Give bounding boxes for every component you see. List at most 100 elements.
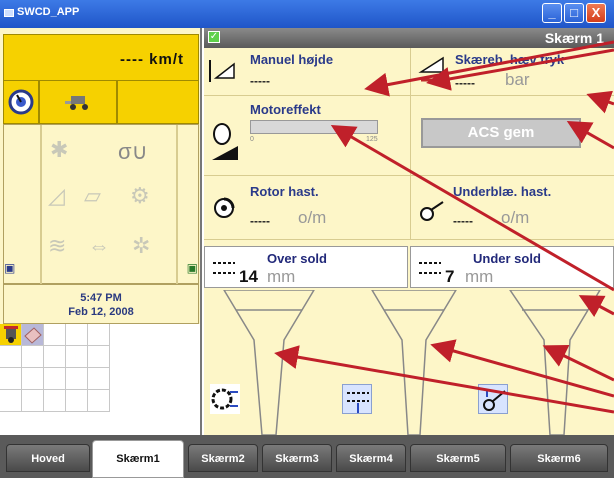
spray-icon: ≋ <box>48 233 67 258</box>
tile-empty[interactable] <box>66 324 88 346</box>
loss-funnels <box>223 290 601 435</box>
underblae-cell[interactable]: Underblæ. hast. ----- o/m <box>410 176 614 240</box>
date-text: Feb 12, 2008 <box>68 306 134 318</box>
light-icon: ✲ <box>132 233 151 258</box>
tile-empty[interactable] <box>0 368 22 390</box>
rotor-cell[interactable]: Rotor hast. ----- o/m <box>204 176 410 240</box>
maximize-button[interactable]: □ <box>564 3 584 23</box>
manuel-hojde-value: ----- <box>250 74 270 88</box>
underblae-label: Underblæ. hast. <box>453 184 552 199</box>
tile-empty[interactable] <box>22 346 44 368</box>
tile-empty[interactable] <box>66 390 88 412</box>
tile-machine[interactable] <box>0 324 22 346</box>
main-panel: ✓ Skærm 1 Manuel højde ----- Skæreb. hæv… <box>204 28 614 435</box>
over-sold-label: Over sold <box>267 251 327 266</box>
fuel-icon: ▣ <box>186 261 198 275</box>
window-title-bar: SWCD_APP _ □ X <box>0 0 614 28</box>
manuel-hojde-cell[interactable]: Manuel højde ----- <box>204 48 410 96</box>
screen-header: ✓ Skærm 1 <box>204 28 614 48</box>
under-sold-label: Under sold <box>473 251 541 266</box>
over-sold-unit: mm <box>267 267 296 286</box>
header-height-icon <box>209 60 235 82</box>
time-text: 5:47 PM <box>80 292 122 304</box>
under-sold-box[interactable]: Under sold 7 mm <box>410 246 614 288</box>
swap-icon: ⇔ <box>88 233 110 258</box>
left-icon-row <box>3 80 199 124</box>
motoreffekt-min-tick: 0 <box>250 136 254 143</box>
rotor-unit: o/m <box>298 208 327 227</box>
tab-skaerm3[interactable]: Skærm3 <box>262 444 332 472</box>
under-sold-unit: mm <box>465 267 494 286</box>
tile-empty[interactable] <box>0 390 22 412</box>
tile-empty[interactable] <box>44 368 66 390</box>
tile-empty[interactable] <box>88 368 110 390</box>
tab-bar: Hoved Skærm1 Skærm2 Skærm3 Skærm4 Skærm5… <box>0 435 614 478</box>
tile-empty[interactable] <box>44 324 66 346</box>
tab-hoved[interactable]: Hoved <box>6 444 90 472</box>
tile-grid <box>0 324 200 435</box>
tile-empty[interactable] <box>88 346 110 368</box>
rotor-icon <box>214 197 235 218</box>
tile-empty[interactable] <box>0 346 22 368</box>
over-sold-value: 14 <box>239 267 258 286</box>
tile-empty[interactable] <box>88 324 110 346</box>
cutter-pressure-icon <box>418 56 444 82</box>
over-sold-box[interactable]: Over sold 14 mm <box>204 246 408 288</box>
skaereb-cell[interactable]: Skæreb. hæv tryk ----- bar <box>410 48 614 96</box>
motoreffekt-bar <box>250 120 378 134</box>
motoreffekt-cell: Motoreffekt 0 125 <box>204 96 410 176</box>
minimize-button[interactable]: _ <box>542 3 562 23</box>
tab-skaerm1[interactable]: Skærm1 <box>92 440 184 478</box>
tab-skaerm4[interactable]: Skærm4 <box>336 444 406 472</box>
harvester-icon[interactable] <box>39 80 117 124</box>
sieve-settings-button[interactable] <box>342 384 372 414</box>
motoreffekt-max-tick: 125 <box>366 136 378 143</box>
skaereb-value: ----- <box>455 76 475 90</box>
tile-book[interactable] <box>22 324 44 346</box>
left-status-panel: ---- km/t ✱ σ∪ ◿ ▱ ⚙ ≋ ⇔ ✲ ▣ ▣ 5:47 PM F… <box>0 28 202 435</box>
empty-status-cell <box>117 80 199 124</box>
tile-empty[interactable] <box>66 368 88 390</box>
speed-value: ---- km/t <box>120 51 184 68</box>
sieve-icon: σ∪ <box>118 139 148 164</box>
close-button[interactable]: X <box>586 3 606 23</box>
acs-gem-button[interactable]: ACS gem <box>421 118 581 148</box>
funnel-right <box>509 290 601 435</box>
upper-sieve-icon <box>213 262 235 274</box>
window-title: SWCD_APP <box>17 6 80 18</box>
reel-icon: ▱ <box>84 183 101 208</box>
fan-speed-icon <box>420 201 444 221</box>
gauge-icon[interactable] <box>3 80 39 124</box>
screen-title: Skærm 1 <box>544 30 604 46</box>
underblae-value: ----- <box>453 214 473 228</box>
tile-empty[interactable] <box>22 390 44 412</box>
app-icon <box>4 9 14 17</box>
under-sold-value: 7 <box>445 267 455 286</box>
tab-skaerm6[interactable]: Skærm6 <box>510 444 608 472</box>
skaereb-unit: bar <box>505 70 530 89</box>
manuel-hojde-label: Manuel højde <box>250 52 334 67</box>
tab-skaerm5[interactable]: Skærm5 <box>410 444 506 472</box>
motoreffekt-label: Motoreffekt <box>250 102 321 117</box>
tile-empty[interactable] <box>88 390 110 412</box>
tile-empty[interactable] <box>44 346 66 368</box>
funnel-middle <box>371 290 457 435</box>
machine-indicator-grid: ✱ σ∪ ◿ ▱ ⚙ ≋ ⇔ ✲ ▣ ▣ <box>3 124 199 285</box>
check-icon: ✓ <box>208 31 220 43</box>
tab-skaerm2[interactable]: Skærm2 <box>188 444 258 472</box>
tile-empty[interactable] <box>66 346 88 368</box>
fan-settings-button[interactable] <box>478 384 508 414</box>
fan-icon: ✱ <box>50 137 69 162</box>
clock-display: 5:47 PM Feb 12, 2008 <box>3 284 199 324</box>
underblae-unit: o/m <box>501 208 530 227</box>
lower-sieve-icon <box>419 262 441 274</box>
rotor-label: Rotor hast. <box>250 184 319 199</box>
header-icon: ◿ <box>48 183 65 208</box>
engine-power-icon <box>212 123 238 160</box>
rotor-settings-button[interactable] <box>210 384 240 414</box>
temperature-icon: ▣ <box>4 261 16 275</box>
tile-empty[interactable] <box>22 368 44 390</box>
acs-cell: ACS gem <box>410 96 614 176</box>
rotor-gear-icon: ⚙ <box>130 183 150 208</box>
tile-empty[interactable] <box>44 390 66 412</box>
